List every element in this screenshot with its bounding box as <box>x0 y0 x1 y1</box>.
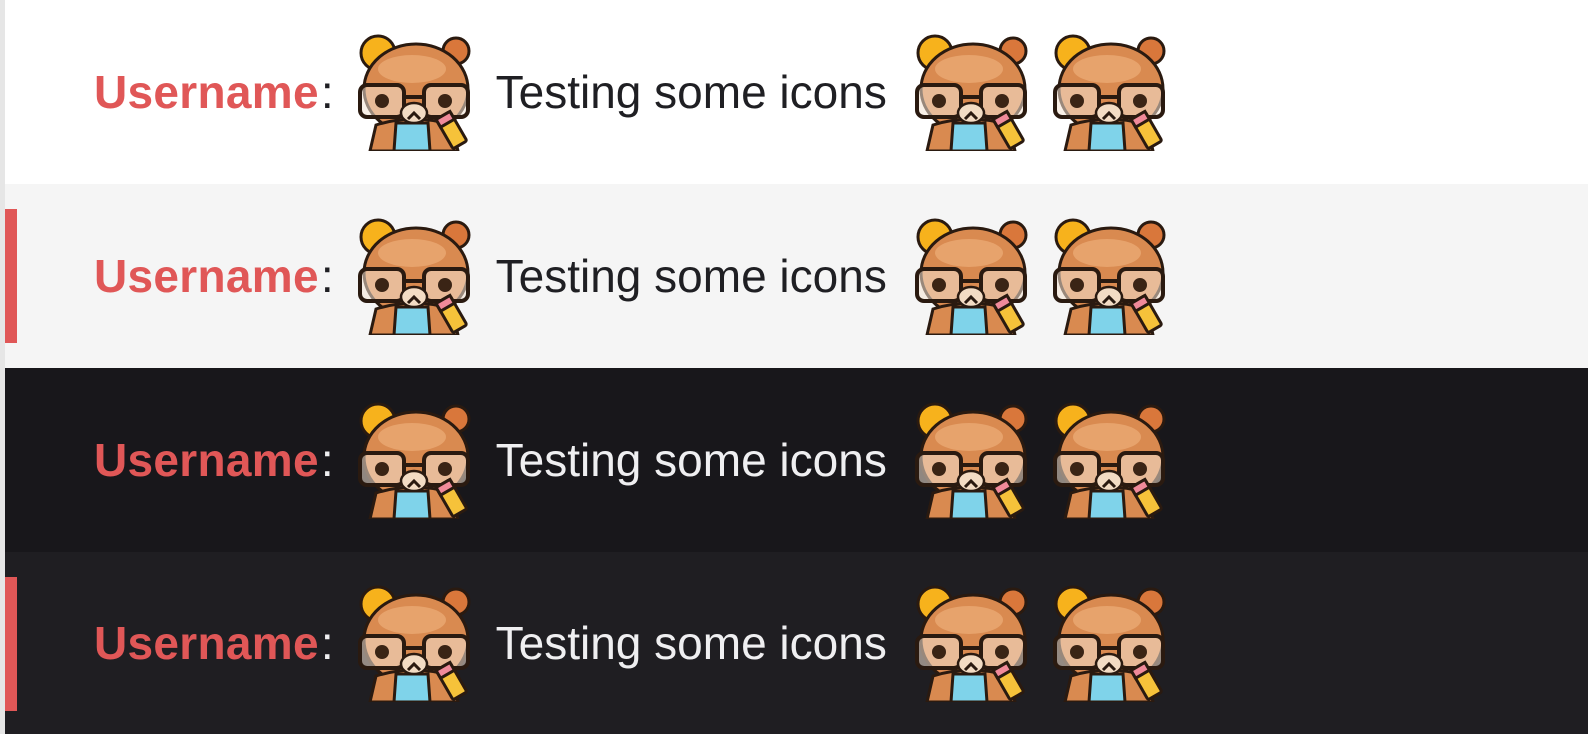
bear-emote-icon[interactable] <box>356 33 472 151</box>
message-text: Testing some icons <box>495 250 887 302</box>
message-text: Testing some icons <box>495 66 887 118</box>
message-content: Username : Testing some icons <box>94 184 1167 368</box>
bear-emote-icon[interactable] <box>913 217 1029 335</box>
username-link[interactable]: Username <box>94 65 319 119</box>
bear-emote-icon[interactable] <box>1051 584 1167 702</box>
bear-emote-icon[interactable] <box>356 401 472 519</box>
message-content: Username : Testing some icons <box>94 0 1167 184</box>
highlight-bar <box>5 577 17 711</box>
chat-message-list: Username : Testing some icons Username :… <box>5 0 1588 734</box>
bear-emote-icon[interactable] <box>1051 401 1167 519</box>
separator: : <box>320 66 334 118</box>
message-content: Username : Testing some icons <box>94 368 1167 552</box>
bear-emote-icon[interactable] <box>1051 33 1167 151</box>
separator: : <box>320 617 334 669</box>
username-link[interactable]: Username <box>94 249 319 303</box>
separator: : <box>320 434 334 486</box>
message-content: Username : Testing some icons <box>94 552 1167 734</box>
bear-emote-icon[interactable] <box>913 33 1029 151</box>
bear-emote-icon[interactable] <box>913 584 1029 702</box>
highlight-bar <box>5 209 17 343</box>
bear-emote-icon[interactable] <box>913 401 1029 519</box>
username-link[interactable]: Username <box>94 616 319 670</box>
username-link[interactable]: Username <box>94 433 319 487</box>
chat-message-highlighted: Username : Testing some icons <box>5 552 1588 734</box>
chat-message: Username : Testing some icons <box>5 0 1588 184</box>
bear-emote-icon[interactable] <box>1051 217 1167 335</box>
message-text: Testing some icons <box>495 617 887 669</box>
separator: : <box>320 250 334 302</box>
bear-emote-icon[interactable] <box>356 584 472 702</box>
chat-message: Username : Testing some icons <box>5 368 1588 552</box>
chat-message-highlighted: Username : Testing some icons <box>5 184 1588 368</box>
bear-emote-icon[interactable] <box>356 217 472 335</box>
message-text: Testing some icons <box>495 434 887 486</box>
